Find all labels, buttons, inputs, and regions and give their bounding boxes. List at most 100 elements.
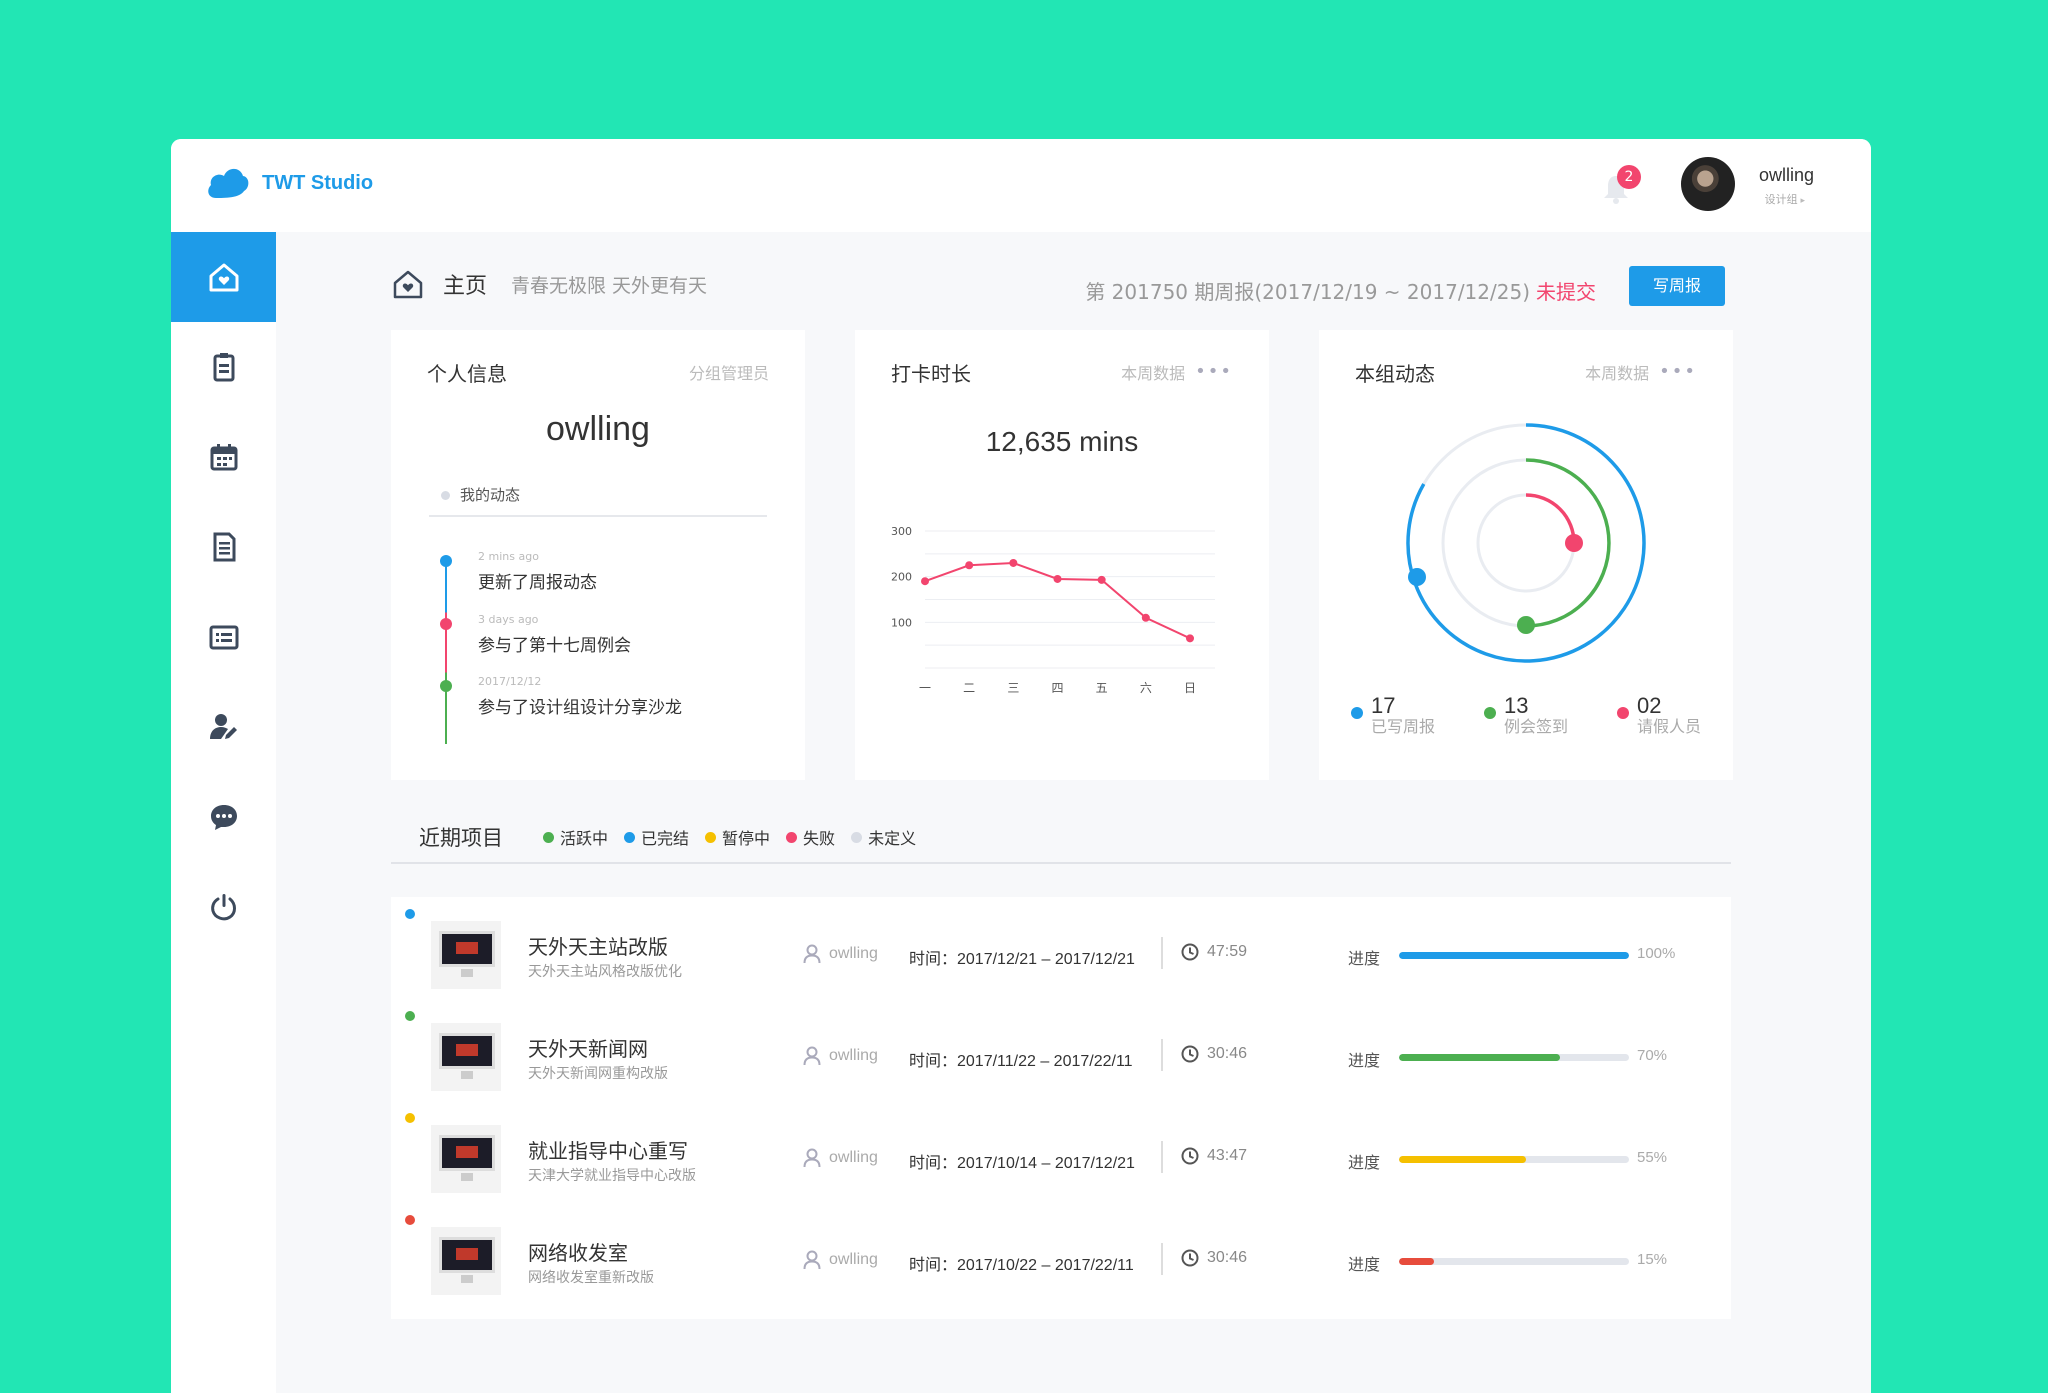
project-owner-name: owlling	[829, 945, 878, 962]
stat-label: 请假人员	[1636, 717, 1701, 736]
progress-percent: 55%	[1637, 1149, 1668, 1166]
project-description: 网络收发室重新改版	[528, 1270, 654, 1286]
app-logo[interactable]: TWT Studio	[206, 164, 373, 202]
document-icon	[213, 532, 235, 562]
user-icon	[803, 1148, 821, 1168]
legend-item[interactable]: 活跃中	[543, 825, 608, 849]
x-tick-label: 日	[1184, 681, 1196, 695]
project-duration: 30:46	[1181, 1249, 1247, 1267]
user-icon	[803, 1250, 821, 1270]
ring-marker-green	[1517, 616, 1535, 634]
divider	[1161, 1039, 1163, 1071]
more-icon[interactable]: •••	[1659, 363, 1697, 381]
project-thumbnail[interactable]	[431, 1125, 501, 1193]
sidebar-item-chat[interactable]	[171, 772, 276, 862]
notification-badge[interactable]: 2	[1617, 165, 1641, 189]
project-row[interactable]: 天外天主站改版 天外天主站风格改版优化 owlling 时间：2017/12/21 –…	[391, 897, 1731, 1013]
sidebar-item-calendar[interactable]	[171, 412, 276, 502]
sidebar-item-logout[interactable]	[171, 862, 276, 952]
status-legend: 活跃中 已完结 暂停中 失败 未定义	[543, 825, 916, 849]
stat-value: 02	[1636, 693, 1662, 718]
checkin-card: 打卡时长 本周数据 ••• 12,635 mins 300 200 100 一二三四五…	[855, 330, 1269, 780]
sidebar-item-documents[interactable]	[171, 502, 276, 592]
project-owner: owlling	[803, 1250, 878, 1270]
profile-name: owlling	[546, 410, 650, 448]
project-owner: owlling	[803, 1046, 878, 1066]
weekly-report-status: 未提交	[1536, 280, 1596, 304]
top-bar: TWT Studio 2 owlling 设计组	[171, 139, 1871, 232]
progress-label: 进度	[1348, 1255, 1381, 1274]
legend-label: 未定义	[868, 829, 917, 848]
user-name[interactable]: owlling	[1759, 165, 1814, 186]
card-title: 个人信息	[427, 362, 507, 386]
project-thumbnail[interactable]	[431, 1023, 501, 1091]
legend-item[interactable]: 未定义	[851, 825, 916, 849]
progress-percent: 100%	[1637, 945, 1676, 962]
card-title: 本组动态	[1355, 362, 1435, 386]
card-meta: 本周数据 •••	[1585, 360, 1697, 384]
project-name[interactable]: 就业指导中心重写	[528, 1135, 688, 1164]
data-point	[1097, 575, 1106, 584]
project-row[interactable]: 天外天新闻网 天外天新闻网重构改版 owlling 时间：2017/11/22 – 2…	[391, 999, 1731, 1115]
app-window: TWT Studio 2 owlling 设计组 ▸ 主页 青春无极限 天外更有…	[171, 139, 1871, 1393]
clock-icon	[1181, 1147, 1199, 1165]
avatar[interactable]	[1681, 157, 1735, 211]
progress-percent: 15%	[1637, 1251, 1668, 1268]
project-owner-name: owlling	[829, 1149, 878, 1166]
project-row[interactable]: 就业指导中心重写 天津大学就业指导中心改版 owlling 时间：2017/10/14…	[391, 1101, 1731, 1217]
ring-arc-red	[1525, 493, 1576, 544]
group-activity-card: 本组动态 本周数据 ••• 17 已写周报 13 例会签到 02 请假人员	[1319, 330, 1733, 780]
legend-dot	[786, 831, 798, 843]
y-tick-label: 200	[891, 571, 912, 584]
timeline-text: 参与了第十七周例会	[478, 636, 631, 656]
project-duration: 47:59	[1181, 943, 1247, 961]
clock-icon	[1181, 943, 1199, 961]
progress-bar	[1399, 1258, 1629, 1265]
project-thumbnail[interactable]	[431, 921, 501, 989]
page-subtitle: 青春无极限 天外更有天	[511, 274, 708, 297]
project-name[interactable]: 天外天新闻网	[528, 1033, 648, 1062]
legend-label: 已完结	[641, 829, 690, 848]
write-report-button[interactable]: 写周报	[1629, 266, 1725, 306]
progress-percent: 70%	[1637, 1047, 1668, 1064]
project-thumbnail[interactable]	[431, 1227, 501, 1295]
breadcrumb: 主页 青春无极限 天外更有天	[391, 267, 707, 301]
timeline-time: 3 days ago	[478, 613, 539, 626]
legend-item[interactable]: 失败	[786, 825, 835, 849]
progress-label: 进度	[1348, 1051, 1381, 1070]
y-tick-label: 100	[891, 616, 912, 629]
project-duration-value: 43:47	[1207, 1147, 1248, 1164]
legend-item[interactable]: 已完结	[624, 825, 689, 849]
progress-bar	[1399, 952, 1629, 959]
progress-label: 进度	[1348, 1153, 1381, 1172]
project-row[interactable]: 网络收发室 网络收发室重新改版 owlling 时间：2017/10/22 – 201…	[391, 1203, 1731, 1319]
data-point	[1141, 613, 1150, 622]
sidebar-item-users[interactable]	[171, 682, 276, 772]
list-icon	[209, 625, 238, 650]
main-content: 主页 青春无极限 天外更有天 第 201750 期周报(2017/12/19 ~…	[276, 232, 1871, 1393]
legend-dot	[624, 831, 636, 843]
progress-fill	[1399, 1258, 1434, 1265]
stat-leave: 02 请假人员	[1616, 693, 1701, 737]
my-activity-tab[interactable]: 我的动态	[441, 484, 520, 505]
timeline-dot	[440, 555, 452, 567]
project-name[interactable]: 网络收发室	[528, 1237, 628, 1266]
project-name[interactable]: 天外天主站改版	[528, 931, 668, 960]
weekly-report-info: 第 201750 期周报(2017/12/19 ~ 2017/12/25) 未提交	[1085, 276, 1596, 305]
legend-item[interactable]: 暂停中	[705, 825, 770, 849]
sidebar	[171, 232, 276, 1393]
legend-label: 失败	[803, 829, 836, 848]
user-role[interactable]: 设计组	[1765, 191, 1805, 207]
project-time-range: 时间：2017/12/21 – 2017/12/21	[909, 951, 1135, 968]
sidebar-item-report[interactable]	[171, 322, 276, 412]
sidebar-item-list[interactable]	[171, 592, 276, 682]
stat-value: 17	[1371, 693, 1396, 718]
ring-marker-blue	[1408, 568, 1426, 586]
x-tick-label: 四	[1051, 681, 1063, 695]
sidebar-item-home[interactable]	[171, 232, 276, 322]
checkin-line-chart: 300 200 100 一 二 三 四 五 六 日	[891, 525, 1215, 695]
timeline-text: 更新了周报动态	[478, 573, 597, 593]
group-stats: 17 已写周报 13 例会签到 02 请假人员	[1351, 695, 1701, 737]
stat-value: 13	[1503, 693, 1529, 718]
progress-bar	[1399, 1156, 1629, 1163]
